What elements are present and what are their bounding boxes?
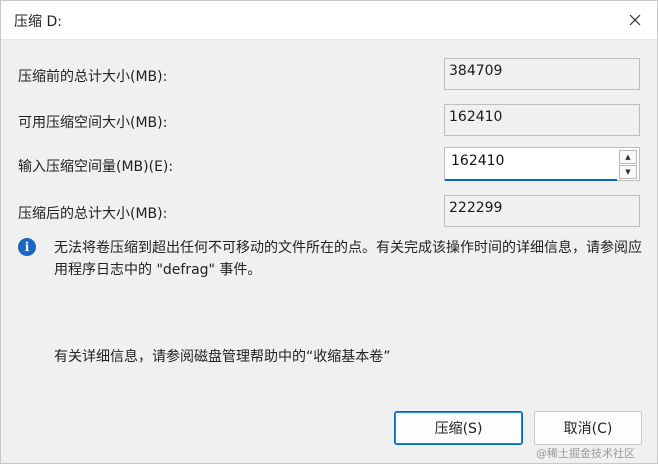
- help-text: 有关详细信息，请参阅磁盘管理帮助中的“收缩基本卷”: [54, 349, 391, 365]
- available-value: 162410: [444, 104, 640, 136]
- chevron-up-icon: ▲: [625, 152, 631, 161]
- total-before-label: 压缩前的总计大小(MB):: [18, 69, 168, 85]
- shrink-button[interactable]: 压缩(S): [394, 411, 523, 445]
- title-bar: 压缩 D:: [1, 1, 657, 40]
- info-message: 无法将卷压缩到超出任何不可移动的文件所在的点。有关完成该操作时间的详细信息，请参…: [54, 240, 642, 278]
- shrink-dialog: 压缩 D: 压缩前的总计大小(MB): 384709 可用压缩空间大小(MB):…: [0, 0, 658, 464]
- cancel-button[interactable]: 取消(C): [534, 411, 642, 445]
- total-after-value: 222299: [444, 195, 640, 227]
- total-after-label: 压缩后的总计大小(MB):: [18, 206, 168, 222]
- shrink-amount-value[interactable]: 162410: [451, 153, 504, 169]
- close-icon: [629, 14, 641, 26]
- info-icon: i: [18, 238, 36, 256]
- available-label: 可用压缩空间大小(MB):: [18, 115, 168, 131]
- dialog-title: 压缩 D:: [14, 14, 62, 30]
- spin-down-button[interactable]: ▼: [619, 165, 637, 179]
- spin-up-button[interactable]: ▲: [619, 150, 637, 164]
- total-before-value: 384709: [444, 58, 640, 90]
- shrink-amount-label: 输入压缩空间量(MB)(E):: [18, 159, 174, 175]
- chevron-down-icon: ▼: [625, 167, 631, 176]
- shrink-amount-field[interactable]: 162410 ▲ ▼: [444, 147, 640, 181]
- close-button[interactable]: [613, 1, 657, 39]
- watermark: @稀土掘金技术社区: [536, 447, 635, 460]
- focus-underline: [445, 179, 617, 181]
